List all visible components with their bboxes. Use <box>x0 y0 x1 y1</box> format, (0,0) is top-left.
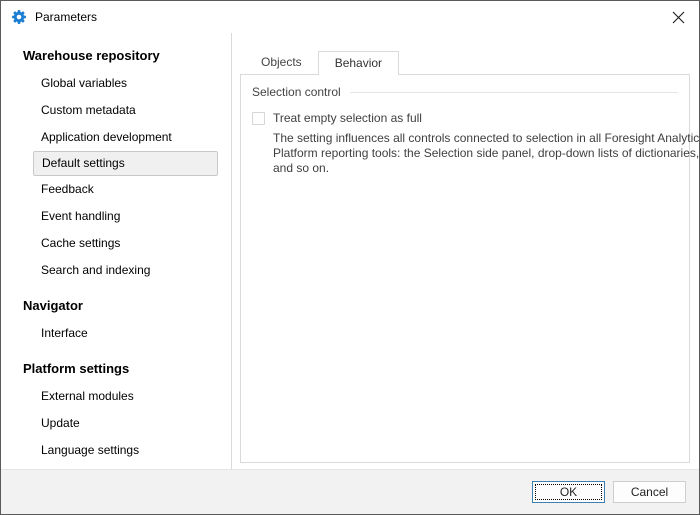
gear-icon <box>12 10 26 24</box>
group-title: Selection control <box>252 85 341 99</box>
selection-control-group: Selection control <box>252 85 678 99</box>
treat-empty-selection-checkbox[interactable] <box>252 111 265 125</box>
treat-empty-selection-label[interactable]: Treat empty selection as full <box>273 111 422 125</box>
parameters-dialog: Parameters Warehouse repository Global v… <box>0 0 700 515</box>
sidebar-item-application-development[interactable]: Application development <box>1 124 231 151</box>
sidebar-item-interface[interactable]: Interface <box>1 320 231 347</box>
sidebar-item-search-and-indexing[interactable]: Search and indexing <box>1 257 231 284</box>
section-warehouse-repository: Warehouse repository <box>23 48 160 63</box>
sidebar-item-custom-metadata[interactable]: Custom metadata <box>1 97 231 124</box>
sidebar-item-default-settings[interactable]: Default settings <box>33 151 218 176</box>
treat-empty-selection-row: Treat empty selection as full <box>252 111 678 125</box>
main-area: Objects Behavior Selection control Treat… <box>232 33 699 469</box>
tab-strip: Objects Behavior <box>240 51 690 75</box>
sidebar-item-update[interactable]: Update <box>1 410 231 437</box>
button-bar: OK Cancel <box>1 469 699 514</box>
sidebar-item-feedback[interactable]: Feedback <box>1 176 231 203</box>
sidebar-item-event-handling[interactable]: Event handling <box>1 203 231 230</box>
section-platform-settings: Platform settings <box>23 361 130 376</box>
settings-sidebar: Warehouse repository Global variables Cu… <box>1 33 232 469</box>
ok-button[interactable]: OK <box>532 481 605 503</box>
tab-behavior[interactable]: Behavior <box>317 51 400 75</box>
sidebar-item-global-variables[interactable]: Global variables <box>1 70 231 97</box>
sidebar-item-external-modules[interactable]: External modules <box>1 383 231 410</box>
tab-objects[interactable]: Objects <box>245 51 318 74</box>
sidebar-item-cache-settings[interactable]: Cache settings <box>1 230 231 257</box>
close-button[interactable] <box>667 6 689 28</box>
behavior-tab-panel: Selection control Treat empty selection … <box>240 74 699 463</box>
cancel-button[interactable]: Cancel <box>613 481 686 503</box>
close-icon <box>672 11 684 23</box>
window-title: Parameters <box>35 10 98 24</box>
dialog-body: Warehouse repository Global variables Cu… <box>1 33 699 469</box>
title-bar: Parameters <box>1 1 699 33</box>
setting-description: The setting influences all controls conn… <box>273 131 700 175</box>
sidebar-item-language-settings[interactable]: Language settings <box>1 437 231 464</box>
section-navigator: Navigator <box>23 298 83 313</box>
group-divider <box>349 91 678 93</box>
